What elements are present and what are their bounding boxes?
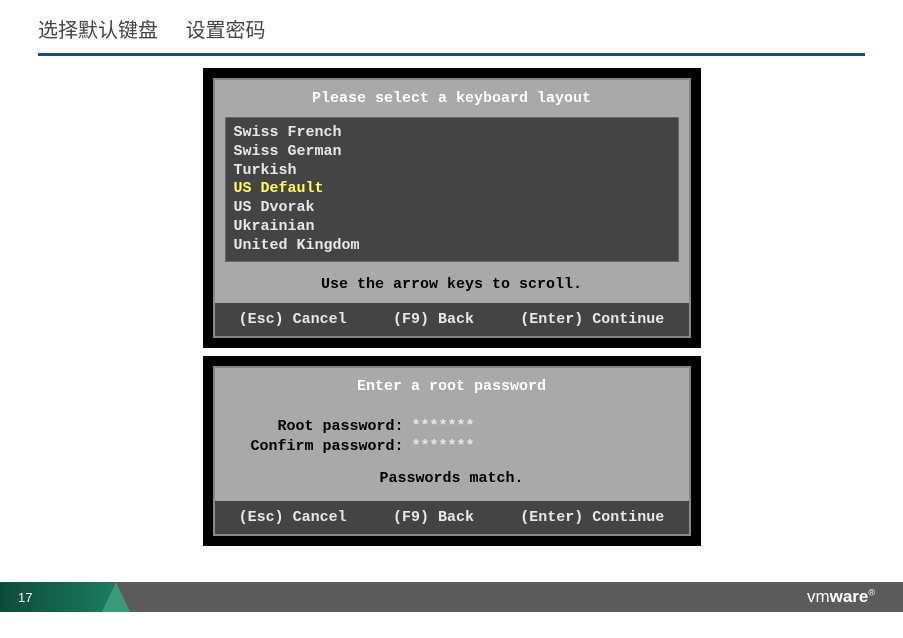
confirm-password-label: Confirm password: bbox=[229, 437, 404, 457]
cancel-button[interactable]: (Esc) Cancel bbox=[239, 311, 347, 328]
keyboard-button-bar: (Esc) Cancel (F9) Back (Enter) Continue bbox=[215, 303, 689, 336]
slide-footer: 17 vmware® bbox=[0, 582, 903, 612]
continue-button[interactable]: (Enter) Continue bbox=[520, 311, 664, 328]
root-password-input[interactable]: ******* bbox=[412, 417, 475, 437]
password-dialog-title: Enter a root password bbox=[215, 368, 689, 399]
slide-title: 选择默认键盘 设置密码 bbox=[0, 0, 903, 49]
back-button[interactable]: (F9) Back bbox=[393, 509, 474, 526]
keyboard-option-swiss-german[interactable]: Swiss German bbox=[234, 143, 670, 162]
keyboard-option-united-kingdom[interactable]: United Kingdom bbox=[234, 237, 670, 256]
page-number-badge: 17 bbox=[0, 582, 110, 612]
confirm-password-input[interactable]: ******* bbox=[412, 437, 475, 457]
back-button[interactable]: (F9) Back bbox=[393, 311, 474, 328]
page-number: 17 bbox=[18, 590, 32, 605]
root-password-dialog: Enter a root password Root password: ***… bbox=[203, 356, 701, 546]
keyboard-option-us-dvorak[interactable]: US Dvorak bbox=[234, 199, 670, 218]
title-underline bbox=[38, 53, 865, 56]
title-part1: 选择默认键盘 bbox=[38, 20, 158, 42]
vmware-logo: vmware® bbox=[807, 587, 875, 607]
password-match-status: Passwords match. bbox=[229, 456, 675, 493]
continue-button[interactable]: (Enter) Continue bbox=[520, 509, 664, 526]
footer-accent-icon bbox=[102, 582, 130, 612]
keyboard-option-us-default[interactable]: US Default bbox=[234, 180, 670, 199]
cancel-button[interactable]: (Esc) Cancel bbox=[239, 509, 347, 526]
keyboard-option-swiss-french[interactable]: Swiss French bbox=[234, 124, 670, 143]
scroll-hint: Use the arrow keys to scroll. bbox=[215, 268, 689, 303]
root-password-label: Root password: bbox=[229, 417, 404, 437]
keyboard-listbox[interactable]: Swiss French Swiss German Turkish US Def… bbox=[225, 117, 679, 262]
keyboard-dialog-title: Please select a keyboard layout bbox=[215, 80, 689, 111]
keyboard-option-ukrainian[interactable]: Ukrainian bbox=[234, 218, 670, 237]
title-part2: 设置密码 bbox=[186, 20, 266, 42]
password-button-bar: (Esc) Cancel (F9) Back (Enter) Continue bbox=[215, 501, 689, 534]
keyboard-layout-dialog: Please select a keyboard layout Swiss Fr… bbox=[203, 68, 701, 348]
keyboard-option-turkish[interactable]: Turkish bbox=[234, 162, 670, 181]
